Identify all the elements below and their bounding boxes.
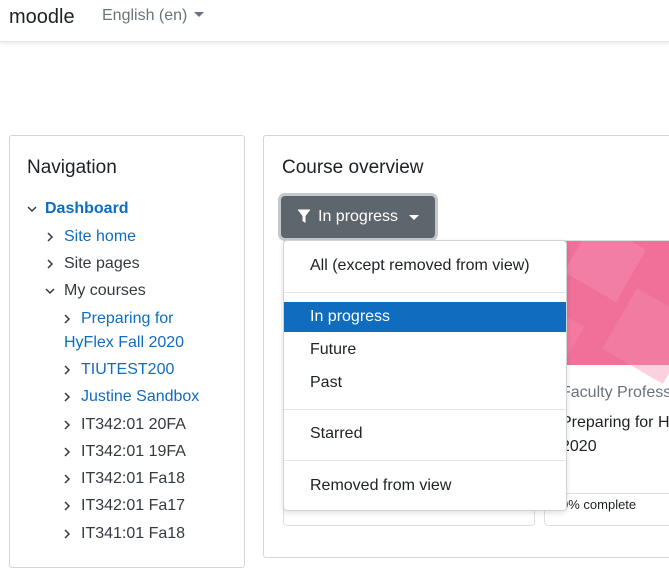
nav-item-label[interactable]: IT342:01 Fa18 [81,469,185,489]
chevron-right-icon [62,496,72,516]
course-category: Faculty Profess [561,384,669,401]
chevron-right-icon [62,415,72,435]
dropdown-divider [284,409,566,410]
course-title-line2[interactable]: 2020 [561,435,669,459]
chevron-right-icon [62,360,72,380]
nav-item-label[interactable]: My courses [64,281,146,301]
dropdown-item-label: In progress [310,308,391,325]
navigation-title: Navigation [27,157,117,178]
grouping-dropdown-menu: All (except removed from view) In progre… [283,240,567,511]
chevron-right-icon [45,254,55,274]
dropdown-item-future[interactable]: Future [284,335,566,365]
nav-item-label[interactable]: TIUTEST200 [81,360,174,380]
filter-icon [297,209,311,223]
caret-down-icon [409,215,419,220]
course-title-line1[interactable]: Preparing for H [561,411,669,435]
nav-item-label[interactable]: Site home [64,227,136,247]
chevron-down-icon [45,281,55,301]
dropdown-item-in-progress[interactable]: In progress [284,302,566,332]
nav-item-label[interactable]: Site pages [64,254,140,274]
language-menu[interactable]: English (en) [102,7,205,25]
chevron-down-icon [27,199,37,219]
chevron-right-icon [62,524,72,544]
nav-item-label[interactable]: Justine Sandbox [81,387,199,407]
nav-item-label[interactable]: Dashboard [45,199,129,219]
chevron-right-icon [62,387,72,407]
language-label: English (en) [102,7,188,24]
caret-down-icon [194,12,205,17]
course-overview-title: Course overview [282,157,424,178]
dropdown-item-past[interactable]: Past [284,368,566,398]
nav-item-label[interactable]: IT341:01 Fa18 [81,524,185,544]
dropdown-divider [284,460,566,461]
dropdown-item-removed[interactable]: Removed from view [284,471,566,501]
dropdown-item-label: Past [310,374,343,391]
chevron-right-icon [62,442,72,462]
nav-item-label-line2[interactable]: HyFlex Fall 2020 [64,333,184,353]
dropdown-item-label: Starred [310,425,363,442]
site-logo[interactable]: moodle [9,6,75,29]
chevron-right-icon [62,469,72,489]
dropdown-item-label: Future [310,341,357,358]
grouping-filter-button[interactable]: In progress [281,196,435,238]
progress-text: 0% complete [561,497,637,512]
nav-item-label[interactable]: IT342:01 19FA [81,442,186,462]
dropdown-item-label: All (except removed from view) [310,257,530,274]
chevron-right-icon [45,227,55,247]
dropdown-item-starred[interactable]: Starred [284,419,566,449]
course-title[interactable]: Preparing for H 2020 [561,411,669,459]
nav-item-label[interactable]: IT342:01 Fa17 [81,496,185,516]
chevron-right-icon [62,309,72,329]
dropdown-item-all[interactable]: All (except removed from view) [284,251,566,281]
nav-item-label[interactable]: Preparing for [81,309,174,329]
nav-item-label[interactable]: IT342:01 20FA [81,415,186,435]
filter-label: In progress [318,208,399,225]
dropdown-item-label: Removed from view [310,477,452,494]
dropdown-divider [284,292,566,293]
top-navbar: moodle English (en) [0,0,669,42]
